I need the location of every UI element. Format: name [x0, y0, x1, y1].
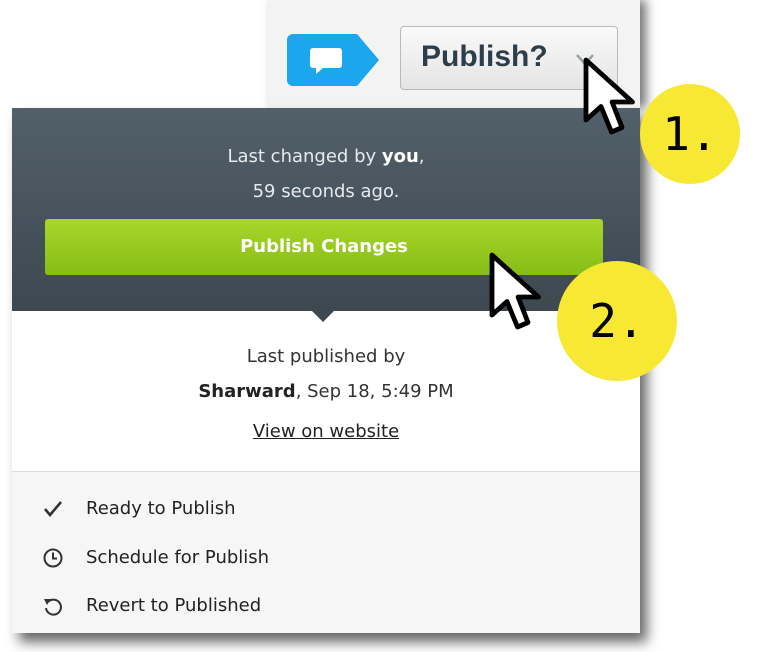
- publish-options-menu: Ready to Publish Schedule for Publish Re…: [12, 471, 640, 633]
- changed-user: you: [381, 146, 419, 167]
- last-changed-time: 59 seconds ago.: [252, 181, 400, 202]
- last-published-detail: Sharward, Sep 18, 5:49 PM: [198, 381, 454, 402]
- publish-button-label: Publish?: [421, 40, 548, 73]
- last-changed-text: Last changed by you,: [227, 146, 425, 167]
- checkmark-icon: [44, 501, 62, 518]
- published-user: Sharward: [198, 381, 296, 402]
- cursor-pointer-icon: [583, 57, 635, 135]
- speech-bubble-icon: [287, 34, 379, 86]
- step-2-marker: 2.: [557, 261, 677, 381]
- panel-pointer: [311, 310, 335, 322]
- cursor-pointer-icon: [489, 252, 541, 330]
- revert-icon: [44, 598, 62, 616]
- menu-item-label: Ready to Publish: [86, 498, 236, 519]
- menu-item-label: Schedule for Publish: [86, 547, 270, 568]
- view-on-website-link[interactable]: View on website: [253, 421, 399, 442]
- menu-item-label: Revert to Published: [86, 595, 262, 616]
- clock-icon: [43, 548, 63, 568]
- comment-button[interactable]: [287, 34, 379, 86]
- step-1-marker: 1.: [640, 84, 740, 184]
- last-published-text: Last published by: [246, 346, 406, 367]
- publish-dropdown-panel: Last changed by you, 59 seconds ago. Pub…: [12, 108, 640, 633]
